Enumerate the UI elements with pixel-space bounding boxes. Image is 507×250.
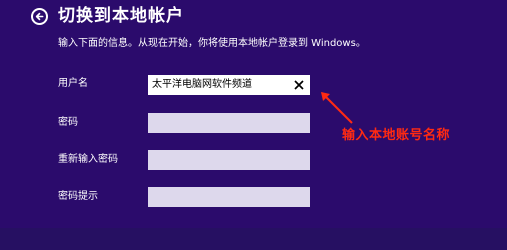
bottom-band (0, 228, 507, 250)
back-button[interactable] (31, 8, 48, 25)
password-hint-field[interactable] (148, 187, 310, 207)
page-subtitle: 输入下面的信息。从现在开始，你将使用本地帐户登录到 Windows。 (58, 38, 366, 49)
close-icon[interactable] (294, 80, 304, 90)
annotation-arrow (321, 92, 353, 124)
annotation-text: 输入本地账号名称 (342, 128, 451, 143)
password-hint-label: 密码提示 (58, 191, 98, 202)
username-field[interactable]: 太平洋电脑网软件频道 (148, 75, 310, 95)
username-label: 用户名 (58, 78, 88, 89)
confirm-password-label: 重新输入密码 (58, 154, 118, 165)
page-title: 切换到本地帐户 (58, 6, 184, 26)
password-field[interactable] (148, 113, 310, 133)
password-label: 密码 (58, 117, 78, 128)
back-arrow-icon (35, 12, 44, 21)
confirm-password-field[interactable] (148, 150, 310, 170)
username-value: 太平洋电脑网软件频道 (152, 79, 252, 90)
